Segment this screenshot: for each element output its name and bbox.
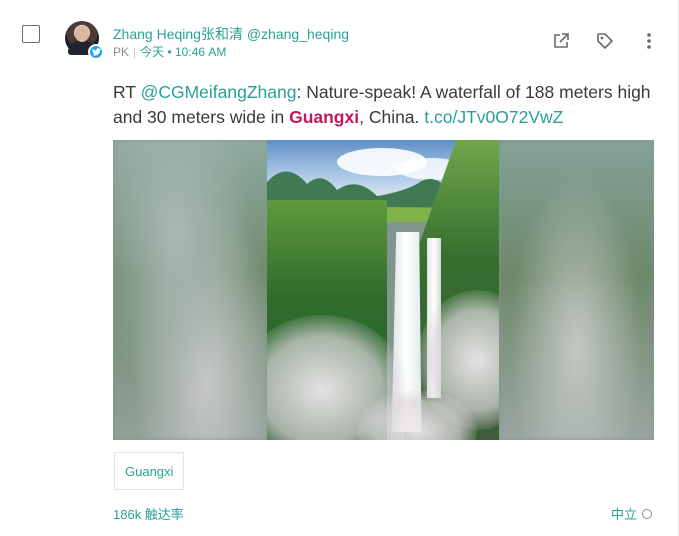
media-image[interactable]: [113, 140, 654, 440]
media-blur-right: [499, 140, 654, 440]
timestamp[interactable]: 今天 • 10:46 AM: [140, 45, 226, 59]
media-blur-left: [113, 140, 268, 440]
sentiment-ring-icon: [642, 508, 652, 519]
keyword-highlight: Guangxi: [289, 107, 360, 127]
tweet-body-2: , China.: [359, 107, 425, 127]
avatar-face: [75, 26, 89, 42]
post-meta: PK | 今天 • 10:46 AM: [113, 43, 226, 60]
meta-separator: |: [133, 45, 137, 59]
topic-tag[interactable]: Guangxi: [114, 452, 185, 490]
tweet-card: Zhang Heqing张和清 @zhang_heqing PK | 今天 • 10…: [0, 0, 679, 536]
reach-metric: 186k 触达率: [113, 507, 184, 522]
post-actions: [528, 30, 660, 52]
author-handle[interactable]: @zhang_heqing: [247, 26, 349, 42]
author-name[interactable]: Zhang Heqing张和清: [113, 26, 243, 42]
select-checkbox[interactable]: [22, 25, 40, 43]
tag-icon[interactable]: [594, 30, 616, 52]
waterfall-photo: [267, 140, 499, 440]
mention-link[interactable]: @CGMeifangZhang: [141, 82, 297, 102]
twitter-icon: [88, 44, 104, 60]
tweet-text: RT @CGMeifangZhang: Nature-speak! A wate…: [113, 80, 653, 130]
sentiment-label: 中立: [610, 507, 637, 522]
tweet-link[interactable]: t.co/JTv0O72VwZ: [424, 107, 563, 127]
author-line[interactable]: Zhang Heqing张和清 @zhang_heqing: [113, 24, 349, 44]
retweet-prefix: RT: [113, 82, 141, 102]
source-label: PK: [113, 45, 130, 59]
open-external-icon[interactable]: [550, 30, 572, 52]
more-vertical-icon[interactable]: [638, 30, 660, 52]
sentiment-indicator[interactable]: 中立: [611, 504, 652, 523]
